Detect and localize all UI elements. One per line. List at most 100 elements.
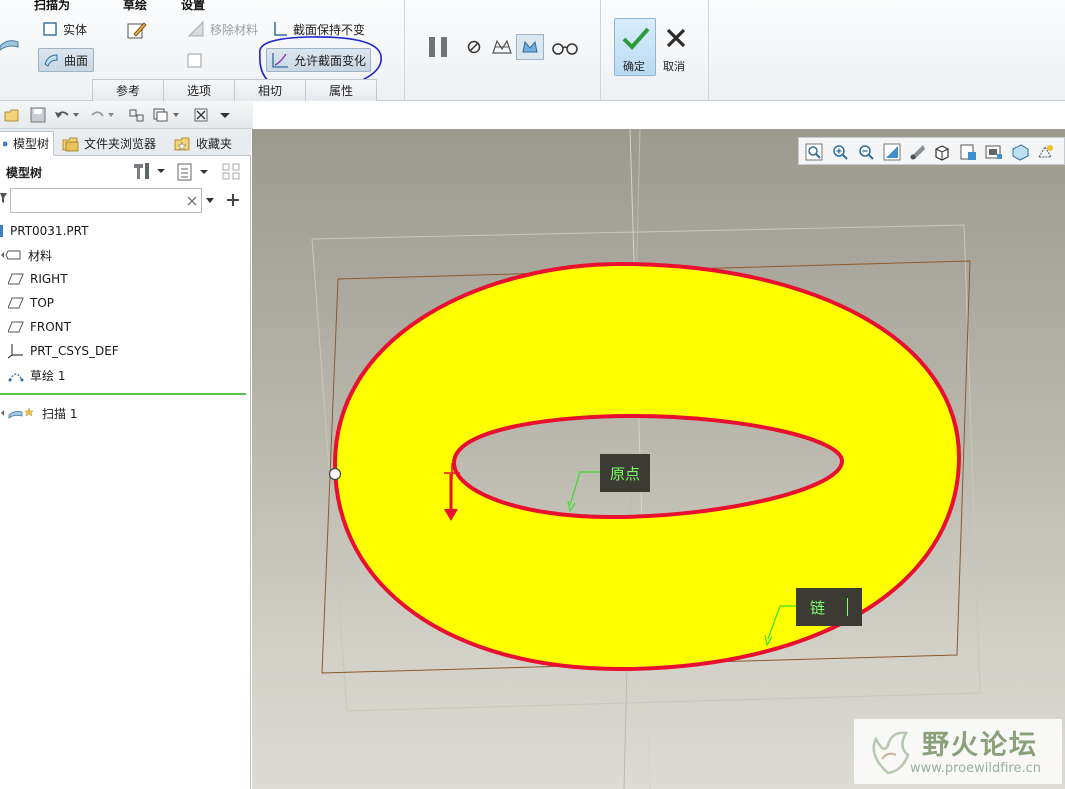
datum-plane-icon bbox=[8, 297, 24, 309]
zoom-in-icon[interactable] bbox=[831, 143, 849, 161]
perspective-view-icon[interactable] bbox=[1011, 143, 1029, 161]
pause-button[interactable] bbox=[427, 36, 451, 58]
save-icon[interactable] bbox=[30, 107, 46, 123]
thicken-checkbox[interactable] bbox=[187, 53, 203, 69]
navigator-panel: 模型树 文件夹浏览器 收藏夹 模型树 PRT0031.PRT 材料 RIGHT … bbox=[0, 129, 251, 789]
tree-settings-button[interactable] bbox=[131, 161, 167, 181]
chain-label[interactable]: 链 bbox=[796, 588, 862, 626]
group-separator bbox=[404, 0, 405, 100]
model-canvas[interactable] bbox=[252, 129, 1065, 789]
dashboard-tabs: 参考 选项 相切 属性 bbox=[92, 79, 377, 101]
solid-icon bbox=[43, 22, 57, 36]
surface-icon bbox=[44, 54, 58, 67]
surface-button[interactable]: 曲面 bbox=[38, 48, 94, 72]
origin-leader-arrow bbox=[567, 500, 576, 513]
tree-node-sketch[interactable]: 草绘 1 bbox=[8, 365, 65, 385]
insert-here-line[interactable] bbox=[0, 393, 246, 395]
solid-button[interactable]: 实体 bbox=[38, 17, 91, 41]
tab-model-tree[interactable]: 模型树 bbox=[0, 131, 54, 156]
zoom-out-icon[interactable] bbox=[857, 143, 875, 161]
open-icon[interactable] bbox=[4, 107, 20, 123]
sketch-icon bbox=[8, 373, 24, 382]
csys-icon bbox=[8, 344, 23, 359]
folder-icon bbox=[62, 137, 79, 151]
tree-node-front[interactable]: FRONT bbox=[8, 317, 71, 337]
forum-watermark: 野火论坛 www.proewildfire.cn bbox=[854, 719, 1062, 784]
datum-display-icon[interactable] bbox=[1037, 143, 1055, 161]
checkmark-icon bbox=[622, 27, 650, 50]
tree-node-right[interactable]: RIGHT bbox=[8, 269, 68, 289]
close-x-icon bbox=[666, 28, 686, 48]
reorient-icon[interactable] bbox=[909, 143, 927, 161]
verify-glasses-button[interactable] bbox=[551, 40, 579, 56]
view-toolbar bbox=[798, 137, 1065, 165]
redo-icon[interactable] bbox=[90, 107, 116, 123]
tree-node-label: 扫描 1 bbox=[42, 406, 78, 421]
regenerate-icon[interactable] bbox=[128, 107, 146, 123]
tree-node-csys[interactable]: PRT_CSYS_DEF bbox=[8, 341, 119, 361]
tree-columns-button[interactable] bbox=[176, 162, 212, 182]
datum-plane-icon bbox=[8, 321, 24, 333]
text-cursor bbox=[847, 598, 848, 616]
preview-shaded-button[interactable] bbox=[516, 34, 544, 60]
tab-folder-browser[interactable]: 文件夹浏览器 bbox=[58, 131, 160, 156]
tree-node-label: FRONT bbox=[30, 320, 71, 334]
tab-folder-browser-label: 文件夹浏览器 bbox=[84, 137, 157, 151]
tree-node-label: 材料 bbox=[28, 248, 53, 263]
chain-start-handle[interactable] bbox=[328, 467, 342, 481]
tab-tangency[interactable]: 相切 bbox=[234, 79, 306, 101]
tree-node-label: TOP bbox=[30, 296, 55, 310]
tab-favorites[interactable]: 收藏夹 bbox=[170, 131, 236, 156]
tree-node-label: RIGHT bbox=[30, 272, 68, 286]
watermark-logo-icon bbox=[872, 731, 910, 775]
watermark-title: 野火论坛 bbox=[922, 730, 1038, 761]
no-preview-button[interactable] bbox=[466, 39, 482, 55]
group-title-sweep-as: 扫描为 bbox=[34, 0, 71, 12]
group-separator bbox=[708, 0, 709, 100]
tree-node-top[interactable]: TOP bbox=[8, 293, 54, 313]
sketch-button[interactable] bbox=[126, 20, 148, 42]
filter-icon bbox=[0, 193, 7, 203]
group-title-settings: 设置 bbox=[181, 0, 206, 12]
datum-plane-icon bbox=[8, 273, 24, 285]
ribbon: 扫描为 草绘 设置 实体 曲面 移除材料 截面保持不变 允许截面变化 确定 取消… bbox=[0, 0, 1065, 101]
windows-icon[interactable] bbox=[152, 107, 180, 123]
tab-options[interactable]: 选项 bbox=[163, 79, 235, 101]
view-manager-icon[interactable] bbox=[985, 143, 1003, 161]
repaint-icon[interactable] bbox=[883, 143, 901, 161]
tree-node-label: PRT0031.PRT bbox=[10, 224, 89, 238]
tree-node-label: PRT_CSYS_DEF bbox=[30, 344, 119, 358]
origin-leader-line bbox=[569, 471, 602, 506]
sweep-feature-icon bbox=[0, 40, 19, 51]
show-filter-icon[interactable] bbox=[221, 162, 243, 182]
cancel-button[interactable]: 取消 bbox=[660, 22, 692, 74]
tree-node-part[interactable]: PRT0031.PRT bbox=[0, 221, 88, 241]
ok-button[interactable]: 确定 bbox=[614, 18, 656, 76]
group-separator bbox=[600, 0, 601, 100]
tree-node-sweep[interactable]: 扫描 1 bbox=[0, 403, 77, 423]
clear-search-icon[interactable] bbox=[187, 196, 197, 206]
material-icon bbox=[1, 250, 21, 260]
tree-node-material[interactable]: 材料 bbox=[0, 245, 52, 265]
saved-views-icon[interactable] bbox=[959, 143, 977, 161]
search-dropdown-icon[interactable] bbox=[205, 195, 215, 205]
undo-icon[interactable] bbox=[54, 107, 80, 123]
origin-label[interactable]: 原点 bbox=[600, 454, 650, 492]
preview-mesh-button[interactable] bbox=[491, 37, 513, 57]
refit-icon[interactable] bbox=[805, 143, 823, 161]
remove-material-icon bbox=[187, 20, 204, 37]
tab-favorites-label: 收藏夹 bbox=[196, 137, 233, 151]
chain-label-text: 链 bbox=[809, 598, 825, 617]
search-input[interactable] bbox=[10, 188, 202, 213]
solid-label: 实体 bbox=[63, 22, 88, 37]
tab-properties[interactable]: 属性 bbox=[305, 79, 377, 101]
customize-dropdown-icon[interactable] bbox=[218, 107, 232, 123]
surface-label: 曲面 bbox=[64, 53, 89, 68]
quick-access-toolbar bbox=[0, 101, 253, 129]
tab-model-tree-label: 模型树 bbox=[12, 137, 49, 151]
add-filter-icon[interactable] bbox=[226, 193, 240, 207]
close-window-icon[interactable] bbox=[194, 107, 208, 123]
graphics-viewport[interactable]: 原点 链 野火论坛 www.proewildfire.cn bbox=[252, 129, 1065, 789]
tab-references[interactable]: 参考 bbox=[92, 79, 164, 101]
display-style-icon[interactable] bbox=[933, 143, 951, 161]
